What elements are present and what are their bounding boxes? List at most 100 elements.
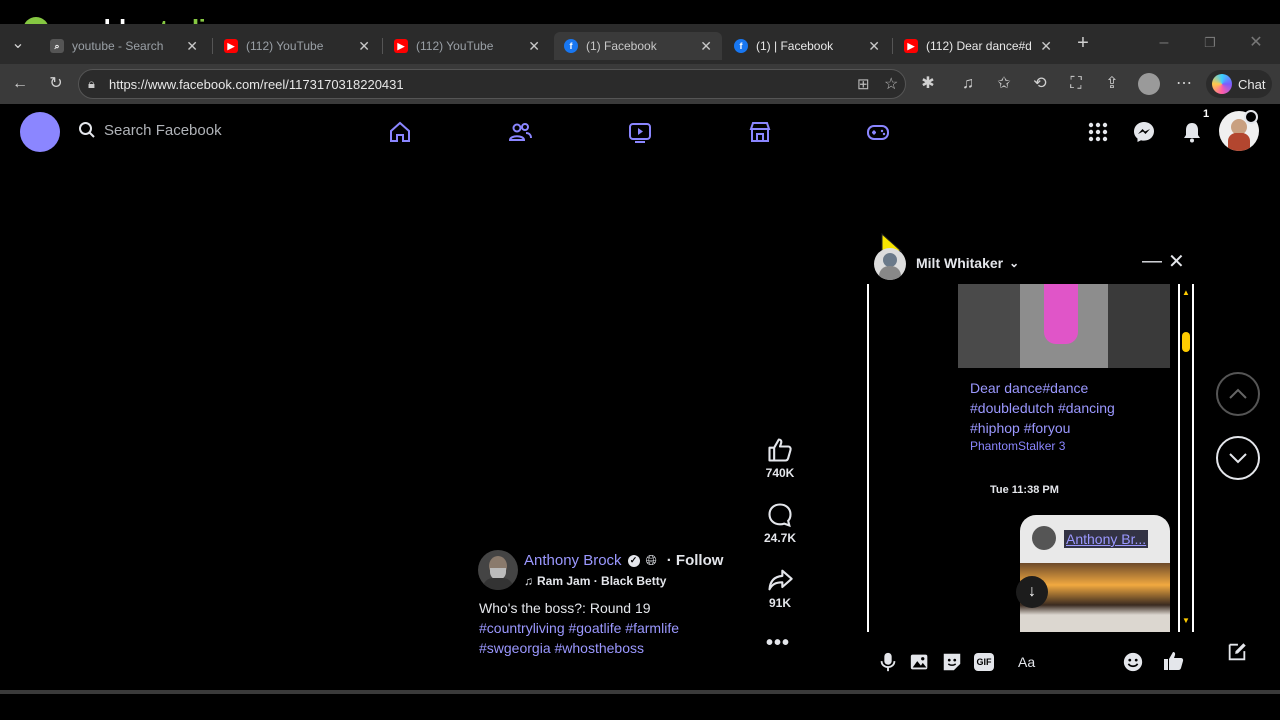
- account-status-dot: [1244, 110, 1258, 124]
- thumbs-up-icon[interactable]: [1162, 649, 1186, 673]
- reel-hashtags-2[interactable]: #swgeorgia #whostheboss: [479, 640, 644, 656]
- close-icon[interactable]: ✕: [528, 38, 540, 55]
- reload-icon[interactable]: ↻: [46, 74, 66, 94]
- chevron-down-icon: [1229, 453, 1247, 464]
- gaming-icon[interactable]: [866, 120, 890, 144]
- close-icon[interactable]: ✕: [358, 38, 370, 55]
- tab-title: (1) | Facebook: [756, 39, 834, 53]
- tab-3-active[interactable]: f (1) Facebook ✕: [554, 32, 722, 60]
- new-message-compose-icon[interactable]: [1226, 641, 1248, 663]
- chat-contact-header[interactable]: Milt Whitaker ⌄: [916, 255, 1019, 271]
- chevron-down-icon: ⌄: [1009, 256, 1020, 270]
- microphone-icon[interactable]: [877, 651, 899, 673]
- scrollbar-thumb[interactable]: [1182, 332, 1190, 352]
- comment-count: 24.7K: [763, 531, 797, 545]
- youtube-icon: ▶: [904, 39, 918, 53]
- chat-close-icon[interactable]: ✕: [1168, 249, 1185, 274]
- author-avatar[interactable]: [478, 550, 518, 590]
- tab-list-chevron-icon[interactable]: ⌄: [8, 34, 28, 54]
- shared-title-line: #doubledutch #dancing: [970, 400, 1115, 416]
- author-name-link[interactable]: Anthony Brock: [524, 552, 622, 569]
- close-icon[interactable]: ✕: [1040, 38, 1052, 55]
- chat-contact-avatar[interactable]: [874, 248, 906, 280]
- url-text: https://www.facebook.com/reel/1173170318…: [109, 76, 404, 92]
- browser-tab-bar: ⌄ ⌕ youtube - Search ✕ ▶ (112) YouTube ✕…: [0, 24, 1280, 64]
- reel-hashtags-1[interactable]: #countryliving #goatlife #farmlife: [479, 620, 679, 636]
- extensions-icon[interactable]: ✱: [918, 74, 938, 94]
- tab-title: youtube - Search: [72, 39, 164, 53]
- search-box[interactable]: Search Facebook: [78, 121, 222, 139]
- sticker-icon[interactable]: [941, 651, 963, 673]
- close-icon[interactable]: ✕: [868, 38, 880, 55]
- scroll-down-arrow-icon[interactable]: ↓: [1016, 576, 1048, 608]
- music-row[interactable]: ♫ Ram Jam · Black Betty: [524, 574, 666, 588]
- emoji-icon[interactable]: [1122, 651, 1144, 673]
- like-thumb-icon[interactable]: [766, 436, 794, 464]
- next-reel-button[interactable]: [1216, 436, 1260, 480]
- more-options-icon[interactable]: •••: [766, 632, 790, 655]
- search-placeholder: Search Facebook: [104, 121, 222, 139]
- shared-source[interactable]: PhantomStalker 3: [970, 439, 1065, 453]
- shared-reel-card[interactable]: Anthony Br...: [1020, 515, 1170, 632]
- share-arrow-icon[interactable]: [766, 566, 794, 594]
- copilot-chat-button[interactable]: Chat: [1206, 70, 1272, 98]
- new-tab-plus-icon[interactable]: +: [1073, 33, 1093, 53]
- chat-scrollbar[interactable]: ▲ ▼: [1178, 284, 1194, 632]
- notification-count-badge: 1: [1203, 108, 1210, 120]
- favorites-icon[interactable]: ✩: [994, 74, 1014, 94]
- window-close-icon[interactable]: ✕: [1246, 33, 1266, 53]
- gif-icon[interactable]: GIF: [974, 653, 994, 671]
- tab-1[interactable]: ▶ (112) YouTube ✕: [214, 32, 380, 60]
- chat-minimize-icon[interactable]: —: [1142, 250, 1162, 273]
- tab-4[interactable]: f (1) | Facebook ✕: [724, 32, 890, 60]
- chat-label: Chat: [1238, 76, 1266, 92]
- address-bar[interactable]: 🔒︎ https://www.facebook.com/reel/1173170…: [78, 69, 906, 99]
- favorite-star-icon[interactable]: ☆: [884, 74, 898, 94]
- restore-icon[interactable]: ❐: [1200, 33, 1220, 53]
- follow-button[interactable]: · Follow: [667, 552, 724, 569]
- youtube-icon: ▶: [394, 39, 408, 53]
- back-arrow-icon[interactable]: ←: [10, 74, 30, 94]
- shared-video-title[interactable]: Dear dance#dance #doubledutch #dancing #…: [970, 378, 1115, 438]
- previous-reel-button[interactable]: [1216, 372, 1260, 416]
- reel-caption: Who's the boss?: Round 19: [479, 600, 651, 616]
- message-input[interactable]: Aa: [1018, 654, 1035, 670]
- close-icon[interactable]: ✕: [700, 38, 712, 55]
- screenshot-icon[interactable]: ⛶: [1066, 74, 1086, 94]
- globe-icon: 🌐︎: [645, 552, 657, 568]
- video-icon[interactable]: [628, 120, 652, 144]
- search-icon: ⌕: [50, 39, 64, 53]
- author-row: Anthony Brock ✓ 🌐︎ · Follow: [524, 552, 723, 569]
- facebook-logo-icon[interactable]: [20, 112, 60, 152]
- share-count: 91K: [768, 596, 791, 610]
- tab-5[interactable]: ▶ (112) Dear dance#dan ✕: [894, 32, 1062, 60]
- shared-title-line: #hiphop #foryou: [970, 420, 1071, 436]
- close-icon[interactable]: ✕: [186, 38, 198, 55]
- music-track: Ram Jam · Black Betty: [537, 574, 667, 588]
- bottom-frame: [0, 690, 1280, 694]
- verified-badge-icon: ✓: [627, 554, 640, 567]
- comment-icon[interactable]: [766, 501, 794, 529]
- media-control-icon[interactable]: ♫: [958, 74, 978, 94]
- scroll-down-triangle-icon[interactable]: ▼: [1182, 616, 1190, 625]
- more-menu-icon[interactable]: ⋯: [1174, 74, 1194, 94]
- app-available-icon[interactable]: ⊞: [857, 75, 870, 93]
- shared-title-line: Dear dance#dance: [970, 380, 1089, 396]
- messenger-icon[interactable]: [1132, 120, 1156, 144]
- share-icon[interactable]: ⇪: [1102, 74, 1122, 94]
- minimize-icon[interactable]: –: [1154, 33, 1174, 53]
- marketplace-icon[interactable]: [748, 120, 772, 144]
- history-icon[interactable]: ⟲: [1030, 74, 1050, 94]
- shared-video-thumbnail[interactable]: [958, 284, 1170, 368]
- scroll-up-triangle-icon[interactable]: ▲: [1182, 288, 1190, 297]
- tab-2[interactable]: ▶ (112) YouTube ✕: [384, 32, 550, 60]
- tab-0[interactable]: ⌕ youtube - Search ✕: [40, 32, 208, 60]
- home-icon[interactable]: [388, 120, 412, 144]
- notifications-bell-icon[interactable]: [1180, 120, 1204, 144]
- menu-grid-icon[interactable]: [1086, 120, 1110, 144]
- photo-icon[interactable]: [909, 651, 931, 673]
- profile-avatar-icon[interactable]: [1138, 73, 1160, 95]
- friends-icon[interactable]: [508, 120, 532, 144]
- tab-title: (112) Dear dance#dan: [926, 39, 1032, 53]
- site-info-icon[interactable]: 🔒︎: [88, 76, 95, 92]
